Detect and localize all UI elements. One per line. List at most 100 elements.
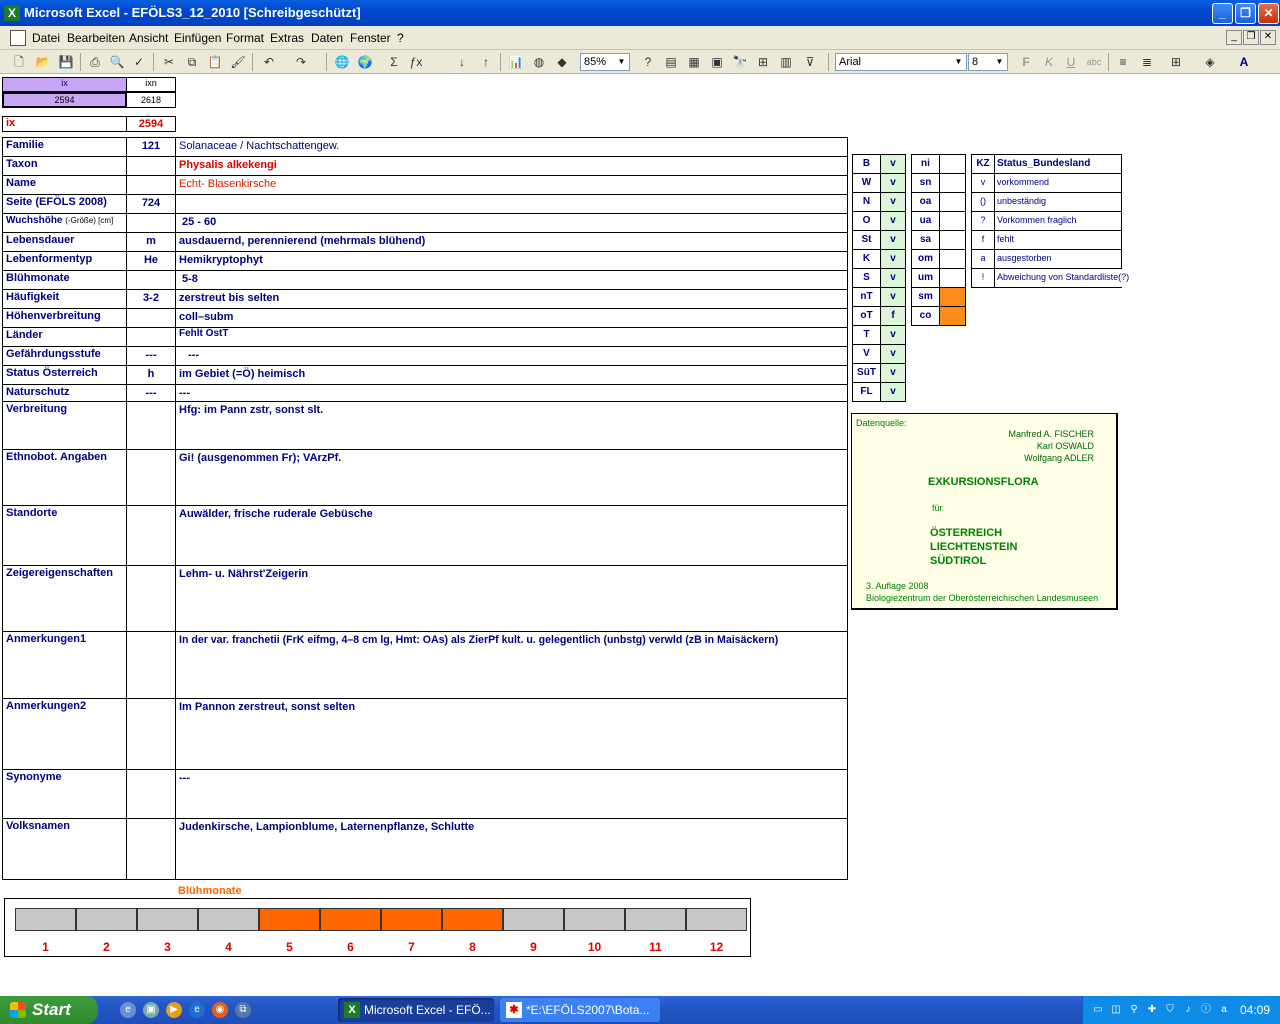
- search-icon[interactable]: ⚲: [1127, 1003, 1141, 1017]
- row-value-ethnobot[interactable]: Gi! (ausgenommen Fr); VArzPf.: [175, 449, 848, 506]
- align-left-icon[interactable]: ≡: [1114, 54, 1132, 70]
- network-icon[interactable]: ⧉: [235, 1002, 251, 1018]
- row-label-anmerkungen2[interactable]: Anmerkungen2: [2, 698, 127, 770]
- save-icon[interactable]: 💾: [57, 54, 75, 70]
- menu-bearbeiten[interactable]: Bearbeiten: [67, 31, 125, 45]
- row-label-naturschutz[interactable]: Naturschutz: [2, 384, 127, 402]
- shield-icon[interactable]: ⛉: [1163, 1003, 1177, 1017]
- state-code[interactable]: S: [852, 268, 881, 288]
- state-status[interactable]: v: [880, 230, 906, 250]
- menu-einfuegen[interactable]: Einfügen: [174, 31, 221, 45]
- altitude-code[interactable]: sn: [911, 173, 940, 193]
- altitude-code[interactable]: sm: [911, 287, 940, 307]
- altitude-flag[interactable]: [939, 173, 966, 193]
- minimize-button[interactable]: _: [1212, 3, 1233, 24]
- state-code[interactable]: N: [852, 192, 881, 212]
- state-code[interactable]: K: [852, 249, 881, 269]
- row-label-wuchshoehe[interactable]: Wuchshöhe (-Größe) [cm]: [2, 213, 127, 233]
- row-code-laender[interactable]: [126, 327, 176, 347]
- sort-desc-icon[interactable]: ↑: [477, 54, 495, 70]
- menu-daten[interactable]: Daten: [311, 31, 343, 45]
- monitor-icon[interactable]: ▭: [1091, 1003, 1105, 1017]
- state-code[interactable]: W: [852, 173, 881, 193]
- document-icon[interactable]: [10, 30, 26, 46]
- help-icon[interactable]: ?: [639, 54, 657, 70]
- state-code[interactable]: nT: [852, 287, 881, 307]
- row-label-lebensdauer[interactable]: Lebensdauer: [2, 232, 127, 252]
- altitude-flag-active[interactable]: [939, 287, 966, 307]
- redo-icon[interactable]: ↷: [292, 54, 310, 70]
- legend-header-kz[interactable]: KZ: [971, 154, 995, 174]
- sort-asc-icon[interactable]: ↓: [453, 54, 471, 70]
- cut-icon[interactable]: ✂: [160, 54, 178, 70]
- menu-help[interactable]: ?: [397, 31, 404, 45]
- bloom-month[interactable]: [625, 908, 686, 931]
- state-code[interactable]: V: [852, 344, 881, 364]
- row-label-anmerkungen1[interactable]: Anmerkungen1: [2, 631, 127, 699]
- row-value-taxon[interactable]: Physalis alkekengi: [175, 156, 848, 176]
- function-icon[interactable]: ƒx: [407, 54, 425, 70]
- state-code[interactable]: St: [852, 230, 881, 250]
- row-label-synonyme[interactable]: Synonyme: [2, 769, 127, 819]
- start-button[interactable]: Start: [0, 996, 98, 1024]
- row-code-zeigereigenschaften[interactable]: [126, 565, 176, 632]
- table-icon[interactable]: ⊞: [754, 54, 772, 70]
- altitude-code[interactable]: oa: [911, 192, 940, 212]
- row-code-taxon[interactable]: [126, 156, 176, 176]
- legend-kz[interactable]: f: [971, 230, 995, 250]
- row-value-anmerkungen1[interactable]: In der var. franchetii (FrK eifmg, 4–8 c…: [175, 631, 848, 699]
- bloom-month[interactable]: [137, 908, 198, 931]
- web-icon[interactable]: 🌍: [356, 54, 374, 70]
- legend-kz[interactable]: !: [971, 268, 995, 288]
- state-code[interactable]: B: [852, 154, 881, 174]
- altitude-code[interactable]: om: [911, 249, 940, 269]
- row-value-hoehenverbreitung[interactable]: coll–subm: [175, 308, 848, 328]
- row-code-synonyme[interactable]: [126, 769, 176, 819]
- map-icon[interactable]: ◍: [530, 54, 548, 70]
- menu-ansicht[interactable]: Ansicht: [129, 31, 168, 45]
- state-status[interactable]: v: [880, 268, 906, 288]
- ixn-header[interactable]: ixn: [126, 77, 176, 92]
- network-icon[interactable]: ◫: [1109, 1003, 1123, 1017]
- row-code-lebensdauer[interactable]: m: [126, 232, 176, 252]
- row-code-standorte[interactable]: [126, 505, 176, 566]
- legend-text[interactable]: vorkommend: [994, 173, 1122, 193]
- row-code-familie[interactable]: 121: [126, 137, 176, 157]
- state-status[interactable]: v: [880, 249, 906, 269]
- altitude-flag-active[interactable]: [939, 306, 966, 326]
- bloom-month[interactable]: [198, 908, 259, 931]
- legend-header-status[interactable]: Status_Bundesland: [994, 154, 1122, 174]
- firefox-icon[interactable]: ◉: [212, 1002, 228, 1018]
- row-label-hoehenverbreitung[interactable]: Höhenverbreitung: [2, 308, 127, 328]
- zoom-select[interactable]: 85% ▼: [580, 53, 630, 71]
- altitude-code[interactable]: ni: [911, 154, 940, 174]
- bloom-month-active[interactable]: [381, 908, 442, 931]
- legend-kz[interactable]: (): [971, 192, 995, 212]
- row-value-familie[interactable]: Solanaceae / Nachtschattengew.: [175, 137, 848, 157]
- taskbar-excel-button[interactable]: X Microsoft Excel - EFÖ...: [338, 998, 494, 1022]
- row-value-laender[interactable]: Fehlt OstT: [175, 327, 848, 347]
- state-status[interactable]: v: [880, 325, 906, 345]
- row-value-standorte[interactable]: Auwälder, frische ruderale Gebüsche: [175, 505, 848, 566]
- filter-icon[interactable]: ⊽: [801, 54, 819, 70]
- chevron-down-icon[interactable]: ▼: [615, 55, 628, 69]
- copy-icon[interactable]: ⧉: [183, 54, 201, 70]
- altitude-flag[interactable]: [939, 268, 966, 288]
- print-preview-icon[interactable]: 🔍: [108, 54, 126, 70]
- row-code-hoehenverbreitung[interactable]: [126, 308, 176, 328]
- row-label-status-oesterreich[interactable]: Status Österreich: [2, 365, 127, 385]
- row-code-naturschutz[interactable]: ---: [126, 384, 176, 402]
- borders-icon[interactable]: ⊞: [1167, 54, 1185, 70]
- row-code-volksnamen[interactable]: [126, 818, 176, 880]
- state-code[interactable]: oT: [852, 306, 881, 326]
- security-icon[interactable]: ✚: [1145, 1003, 1159, 1017]
- find-icon[interactable]: 🔭: [731, 54, 749, 70]
- bloom-month-active[interactable]: [442, 908, 503, 931]
- row-code-status-oesterreich[interactable]: h: [126, 365, 176, 385]
- chart-icon[interactable]: 📊: [507, 54, 525, 70]
- altitude-flag[interactable]: [939, 211, 966, 231]
- altitude-flag[interactable]: [939, 154, 966, 174]
- row-code-anmerkungen2[interactable]: [126, 698, 176, 770]
- row-code-bluehmonate[interactable]: [126, 270, 176, 290]
- undo-icon[interactable]: ↶: [260, 54, 278, 70]
